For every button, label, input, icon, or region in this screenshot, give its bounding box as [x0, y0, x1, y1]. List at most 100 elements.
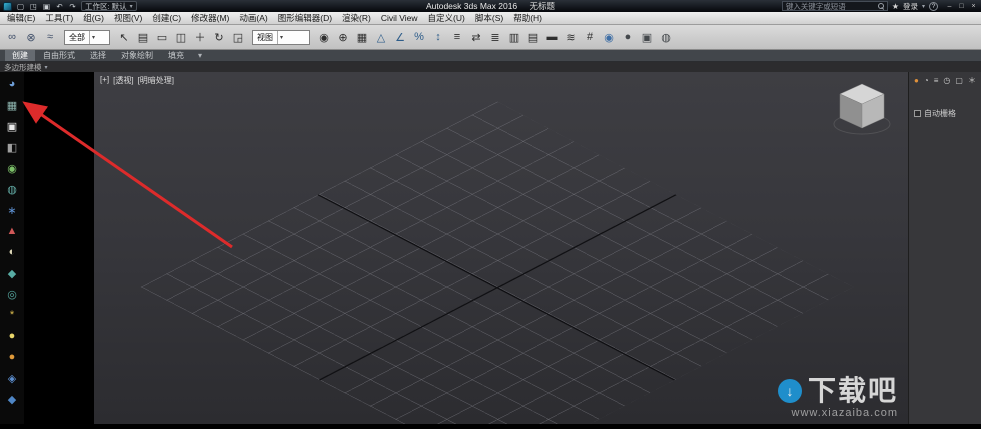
open-file-icon[interactable]: ◳ — [28, 2, 39, 11]
menu-item[interactable]: 自定义(U) — [423, 12, 470, 24]
select-and-move-icon[interactable]: ＋ — [191, 28, 209, 46]
select-and-manipulate-icon[interactable]: ⊕ — [334, 28, 352, 46]
sign-in-button[interactable]: 登录 — [903, 1, 918, 12]
favorites-star-icon[interactable]: ★ — [892, 2, 899, 11]
menu-item[interactable]: 修改器(M) — [186, 12, 234, 24]
use-pivot-center-icon[interactable]: ◉ — [315, 28, 333, 46]
curve-editor-icon[interactable]: ≋ — [562, 28, 580, 46]
ribbon-tab[interactable]: 自由形式 — [36, 50, 82, 61]
window-crossing-icon[interactable]: ◫ — [172, 28, 190, 46]
select-and-rotate-icon[interactable]: ↻ — [210, 28, 228, 46]
menu-item[interactable]: 组(G) — [78, 12, 109, 24]
maximize-icon[interactable]: □ — [957, 3, 966, 10]
align-icon[interactable]: ≣ — [486, 28, 504, 46]
selection-region-icon[interactable]: ▭ — [153, 28, 171, 46]
main-area: ◕ ▦ ▣ ◧ ◉ ◍ ∗ ▲ ◐ ◆ ◎ * ● ● ◈ ◆ [+] [透视] [明暗处理] ↓ 下载吧 www… — [0, 72, 981, 424]
perspective-viewport[interactable]: [+] [透视] [明暗处理] ↓ 下载吧 www.xiazaiba.com — [94, 72, 908, 424]
render-production-icon[interactable]: ◍ — [657, 28, 675, 46]
ring-tool-icon[interactable]: ◎ — [3, 285, 21, 303]
chevron-down-icon: ▾ — [44, 64, 48, 71]
select-and-scale-icon[interactable]: ◲ — [229, 28, 247, 46]
swirl-tool-icon[interactable]: ∗ — [3, 201, 21, 219]
material-editor-icon[interactable]: ◉ — [600, 28, 618, 46]
edit-named-selections-icon[interactable]: ≡ — [448, 28, 466, 46]
ribbon-tab[interactable]: 选择 — [83, 50, 113, 61]
menu-item[interactable]: 脚本(S) — [470, 12, 508, 24]
help-icon[interactable]: ? — [929, 1, 938, 11]
autogrid-checkbox[interactable] — [914, 110, 921, 117]
ribbon-minimize-icon[interactable]: ▾ — [198, 50, 202, 61]
keyboard-override-icon[interactable]: ▦ — [353, 28, 371, 46]
mirror-icon[interactable]: ⇄ — [467, 28, 485, 46]
watermark-url: www.xiazaiba.com — [791, 407, 898, 419]
workspace-selector[interactable]: 工作区: 默认 ▾ — [81, 1, 137, 11]
sphere-tool-icon[interactable]: ◕ — [3, 75, 21, 93]
motion-tab-icon[interactable]: ◷ — [943, 76, 950, 85]
ribbon-tab[interactable]: 填充 — [161, 50, 191, 61]
gem-tool-icon[interactable]: ◈ — [3, 369, 21, 387]
reference-coordinate-dropdown[interactable]: 视图 ▾ — [252, 29, 310, 45]
viewport-label-segment[interactable]: [明暗处理] — [138, 75, 174, 86]
select-by-name-icon[interactable]: ▤ — [134, 28, 152, 46]
autogrid-label: 自动栅格 — [924, 109, 956, 118]
viewport-label-segment[interactable]: [+] — [100, 75, 109, 86]
undo-icon[interactable]: ↶ — [54, 2, 65, 11]
view-cube[interactable] — [830, 78, 894, 138]
menu-item[interactable]: 图形编辑器(D) — [273, 12, 337, 24]
schematic-view-icon[interactable]: # — [581, 28, 599, 46]
search-input[interactable] — [785, 1, 876, 11]
selection-filter-dropdown[interactable]: 全部 ▾ — [64, 29, 110, 45]
menu-item[interactable]: 创建(C) — [147, 12, 186, 24]
select-object-icon[interactable]: ↖ — [115, 28, 133, 46]
shapes-tool-icon[interactable]: ▣ — [3, 117, 21, 135]
menu-item[interactable]: Civil View — [376, 12, 423, 24]
menu-item[interactable]: 帮助(H) — [508, 12, 547, 24]
save-file-icon[interactable]: ▣ — [41, 2, 52, 11]
diamond-tool-icon[interactable]: ◆ — [3, 264, 21, 282]
panel-tool-icon[interactable]: ◧ — [3, 138, 21, 156]
spinner-snap-icon[interactable]: ↕ — [429, 28, 447, 46]
render-setup-icon[interactable]: ● — [619, 28, 637, 46]
menu-item[interactable]: 工具(T) — [40, 12, 78, 24]
disc-tool-icon[interactable]: ◍ — [3, 180, 21, 198]
grid-tool-icon[interactable]: ▦ — [3, 96, 21, 114]
angle-snap-icon[interactable]: ∠ — [391, 28, 409, 46]
redo-icon[interactable]: ↷ — [67, 2, 78, 11]
percent-snap-icon[interactable]: % — [410, 28, 428, 46]
dot-tool-icon[interactable]: ● — [3, 348, 21, 366]
unlink-selection-icon[interactable]: ⊗ — [22, 28, 40, 46]
render-frame-icon[interactable]: ▣ — [638, 28, 656, 46]
cluster-tool-icon[interactable]: ◆ — [3, 390, 21, 408]
display-tab-icon[interactable]: ▢ — [955, 76, 963, 85]
ribbon-tab[interactable]: 对象绘制 — [114, 50, 160, 61]
menu-item[interactable]: 视图(V) — [109, 12, 147, 24]
menu-item[interactable]: 编辑(E) — [2, 12, 40, 24]
modify-tab-icon[interactable]: ◔ — [924, 76, 929, 85]
snap-toggle-icon[interactable]: △ — [372, 28, 390, 46]
create-tab-icon[interactable]: ● — [914, 76, 919, 85]
menu-item[interactable]: 动画(A) — [234, 12, 272, 24]
minimize-icon[interactable]: – — [945, 3, 954, 10]
viewport-label-segment[interactable]: [透视] — [113, 75, 133, 86]
marker-tool-icon[interactable]: ▲ — [3, 222, 21, 240]
figure-tool-icon[interactable]: ◉ — [3, 159, 21, 177]
select-and-link-icon[interactable]: ∞ — [3, 28, 21, 46]
autogrid-row: 自动栅格 — [909, 108, 981, 119]
bulb-tool-icon[interactable]: ● — [3, 327, 21, 345]
scene-explorer-icon[interactable]: ▥ — [505, 28, 523, 46]
3ds-max-logo-icon[interactable] — [3, 1, 12, 11]
new-file-icon[interactable]: ▢ — [15, 2, 26, 11]
search-icon[interactable] — [877, 3, 884, 9]
bind-to-space-warp-icon[interactable]: ≈ — [41, 28, 59, 46]
close-icon[interactable]: × — [969, 3, 978, 10]
polygon-modeling-panel-label[interactable]: 多边形建模 — [4, 62, 42, 73]
utilities-tab-icon[interactable]: ＊ — [968, 75, 976, 86]
sun-tool-icon[interactable]: * — [3, 306, 21, 324]
layer-manager-icon[interactable]: ▤ — [524, 28, 542, 46]
chevron-down-icon[interactable]: ▾ — [922, 3, 925, 10]
hierarchy-tab-icon[interactable]: ≡ — [934, 76, 939, 85]
ribbon-toggle-icon[interactable]: ▬ — [543, 28, 561, 46]
moon-sphere-tool-icon[interactable]: ◐ — [3, 243, 21, 261]
ribbon-tab[interactable]: 创建 — [5, 50, 35, 61]
menu-item[interactable]: 渲染(R) — [337, 12, 376, 24]
